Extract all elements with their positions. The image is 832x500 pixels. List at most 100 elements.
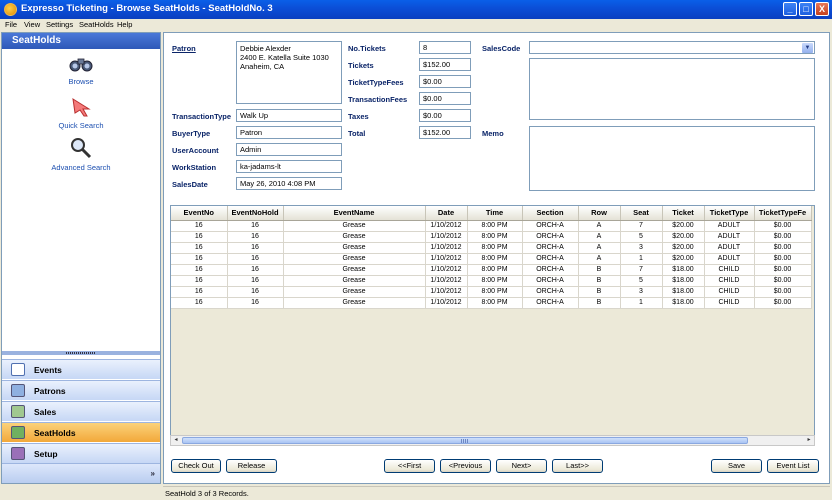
- menu-settings[interactable]: Settings: [46, 20, 73, 29]
- grid-horizontal-scrollbar[interactable]: ◂ ▸: [170, 435, 815, 446]
- table-cell: 16: [227, 253, 284, 265]
- col-ticket-type-fee[interactable]: TicketTypeFe: [754, 206, 812, 221]
- quick-search-label: Quick Search: [58, 121, 104, 130]
- table-cell: B: [578, 297, 621, 309]
- sales-code-select[interactable]: ▼: [529, 41, 815, 54]
- table-cell: $0.00: [754, 253, 812, 265]
- no-tickets-field[interactable]: 8: [419, 41, 471, 54]
- user-account-field[interactable]: Admin: [236, 143, 342, 156]
- col-event-no[interactable]: EventNo: [171, 206, 228, 221]
- col-date[interactable]: Date: [425, 206, 468, 221]
- table-cell: 1/10/2012: [425, 297, 468, 309]
- maximize-button[interactable]: □: [799, 2, 813, 16]
- table-row[interactable]: 16 16 Grease 1/10/2012 8:00 PM ORCH-A A 3 $20.00…: [171, 242, 812, 254]
- first-button[interactable]: <<First: [384, 459, 435, 473]
- workstation-field[interactable]: ka-jadams-lt: [236, 160, 342, 173]
- buyer-type-label: BuyerType: [172, 129, 211, 138]
- previous-button[interactable]: <Previous: [440, 459, 491, 473]
- next-button[interactable]: Next>: [496, 459, 547, 473]
- scroll-left-icon[interactable]: ◂: [171, 436, 181, 445]
- advanced-search-action[interactable]: Advanced Search: [2, 137, 160, 172]
- table-cell: $20.00: [662, 231, 705, 243]
- window-title: Expresso Ticketing - Browse SeatHolds - …: [21, 3, 273, 14]
- quick-search-action[interactable]: Quick Search: [2, 97, 160, 130]
- taxes-field[interactable]: $0.00: [419, 109, 471, 122]
- check-out-button[interactable]: Check Out: [171, 459, 221, 473]
- nav-events-label: Events: [34, 365, 62, 375]
- title-bar: Expresso Ticketing - Browse SeatHolds - …: [0, 0, 832, 19]
- sidebar-splitter[interactable]: [2, 351, 160, 355]
- table-cell: ORCH-A: [522, 242, 579, 254]
- table-row[interactable]: 16 16 Grease 1/10/2012 8:00 PM ORCH-A B 1 $18.00…: [171, 297, 812, 309]
- patron-link[interactable]: Patron: [172, 44, 196, 53]
- menu-view[interactable]: View: [24, 20, 40, 29]
- memo-field[interactable]: [529, 126, 815, 191]
- browse-action[interactable]: Browse: [2, 55, 160, 86]
- menu-help[interactable]: Help: [117, 20, 132, 29]
- table-cell: $0.00: [754, 242, 812, 254]
- col-ticket-type[interactable]: TicketType: [704, 206, 755, 221]
- save-button[interactable]: Save: [711, 459, 762, 473]
- scroll-right-icon[interactable]: ▸: [804, 436, 814, 445]
- event-list-button[interactable]: Event List: [767, 459, 819, 473]
- no-tickets-label: No.Tickets: [348, 44, 386, 53]
- sales-date-field[interactable]: May 26, 2010 4:08 PM: [236, 177, 342, 190]
- nav-seatholds-label: SeatHolds: [34, 428, 76, 438]
- transaction-type-field[interactable]: Walk Up: [236, 109, 342, 122]
- col-seat[interactable]: Seat: [620, 206, 663, 221]
- close-button[interactable]: X: [815, 2, 829, 16]
- table-cell: $18.00: [662, 297, 705, 309]
- menu-seatholds[interactable]: SeatHolds: [79, 20, 114, 29]
- scrollbar-thumb[interactable]: [182, 437, 748, 444]
- patron-name: Debbie Alexder: [240, 44, 291, 53]
- table-cell: ORCH-A: [522, 275, 579, 287]
- table-row[interactable]: 16 16 Grease 1/10/2012 8:00 PM ORCH-A A 7 $20.00…: [171, 220, 812, 232]
- col-ticket[interactable]: Ticket: [662, 206, 705, 221]
- buyer-type-field[interactable]: Patron: [236, 126, 342, 139]
- table-row[interactable]: 16 16 Grease 1/10/2012 8:00 PM ORCH-A A 1 $20.00…: [171, 253, 812, 265]
- menu-file[interactable]: File: [5, 20, 17, 29]
- transaction-fees-field[interactable]: $0.00: [419, 92, 471, 105]
- release-button[interactable]: Release: [226, 459, 277, 473]
- taxes-label: Taxes: [348, 112, 369, 121]
- table-cell: CHILD: [704, 264, 755, 276]
- col-time[interactable]: Time: [467, 206, 523, 221]
- chevron-down-icon[interactable]: ▼: [802, 43, 813, 53]
- col-event-name[interactable]: EventName: [283, 206, 426, 221]
- nav-sales[interactable]: Sales: [2, 401, 160, 421]
- table-cell: 16: [227, 275, 284, 287]
- ticket-type-fees-field[interactable]: $0.00: [419, 75, 471, 88]
- tickets-field[interactable]: $152.00: [419, 58, 471, 71]
- table-cell: 5: [620, 275, 663, 287]
- table-cell: ADULT: [704, 220, 755, 232]
- nav-events[interactable]: Events: [2, 359, 160, 379]
- col-section[interactable]: Section: [522, 206, 579, 221]
- table-row[interactable]: 16 16 Grease 1/10/2012 8:00 PM ORCH-A B 3 $18.00…: [171, 286, 812, 298]
- table-row[interactable]: 16 16 Grease 1/10/2012 8:00 PM ORCH-A B 5 $18.00…: [171, 275, 812, 287]
- patron-city: Anaheim, CA: [240, 62, 285, 71]
- nav-overflow[interactable]: »: [2, 463, 160, 483]
- table-cell: A: [578, 231, 621, 243]
- nav-seatholds[interactable]: SeatHolds: [2, 422, 160, 442]
- last-button[interactable]: Last>>: [552, 459, 603, 473]
- table-cell: CHILD: [704, 275, 755, 287]
- sales-code-notes-box[interactable]: [529, 58, 815, 120]
- nav-patrons-label: Patrons: [34, 386, 66, 396]
- table-cell: ORCH-A: [522, 297, 579, 309]
- transaction-fees-label: TransactionFees: [348, 95, 408, 104]
- table-cell: $18.00: [662, 275, 705, 287]
- table-cell: 16: [171, 231, 228, 243]
- col-event-no-hold[interactable]: EventNoHold: [227, 206, 284, 221]
- col-row[interactable]: Row: [578, 206, 621, 221]
- nav-patrons[interactable]: Patrons: [2, 380, 160, 400]
- minimize-button[interactable]: _: [783, 2, 797, 16]
- patron-address-line: 2400 E. Katella Suite 1030: [240, 53, 329, 62]
- nav-setup[interactable]: Setup: [2, 443, 160, 463]
- sidebar: SeatHolds Browse Quick Search Advanced S…: [1, 32, 161, 484]
- table-row[interactable]: 16 16 Grease 1/10/2012 8:00 PM ORCH-A A 5 $20.00…: [171, 231, 812, 243]
- arrow-cursor-icon: [72, 98, 91, 117]
- total-field[interactable]: $152.00: [419, 126, 471, 139]
- table-cell: 16: [227, 242, 284, 254]
- seats-grid[interactable]: EventNo EventNoHold EventName Date Time …: [170, 205, 815, 437]
- table-row[interactable]: 16 16 Grease 1/10/2012 8:00 PM ORCH-A B 7 $18.00…: [171, 264, 812, 276]
